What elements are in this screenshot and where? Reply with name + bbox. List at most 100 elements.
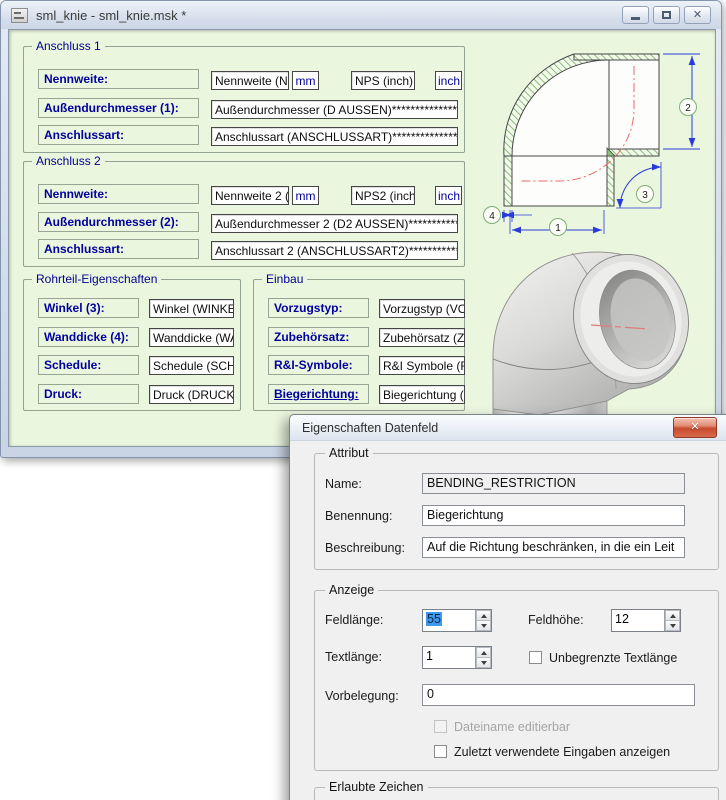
label-schedule: Schedule: xyxy=(38,355,139,375)
name-label: Name: xyxy=(325,477,362,491)
label-ri-symbole: R&I-Symbole: xyxy=(268,355,369,375)
label-anschlussart-2: Anschlussart: xyxy=(38,239,199,259)
field-nps-2[interactable]: NPS2 (inch) (NPS2) xyxy=(351,186,415,205)
dialog-title: Eigenschaften Datenfeld xyxy=(302,421,438,435)
benennung-field[interactable]: Biegerichtung xyxy=(422,505,685,526)
beschreibung-field[interactable]: Auf die Richtung beschränken, in die ein… xyxy=(422,537,685,558)
spin-down-button[interactable] xyxy=(476,658,491,668)
unbegrenzte-checkbox-label[interactable]: Unbegrenzte Textlänge xyxy=(549,651,677,665)
properties-dialog: Eigenschaften Datenfeld ✕ Attribut Name:… xyxy=(289,414,726,800)
feldhoehe-spinner[interactable]: 12 xyxy=(611,609,681,632)
field-vorzugstyp[interactable]: Vorzugstyp (VORZUGSTYP) xyxy=(379,299,465,318)
field-winkel[interactable]: Winkel (WINKEL) xyxy=(149,299,234,318)
balloon-2: 2 xyxy=(685,103,691,114)
minimize-icon xyxy=(631,17,640,20)
spin-up-button[interactable] xyxy=(665,610,680,621)
close-icon: ✕ xyxy=(693,10,702,21)
dateiname-checkbox xyxy=(434,720,447,733)
label-vorzugstyp: Vorzugstyp: xyxy=(268,298,369,318)
label-nennweite-2: Nennweite: xyxy=(38,184,199,204)
feldhoehe-value[interactable]: 12 xyxy=(612,610,664,631)
balloon-1: 1 xyxy=(555,223,561,234)
spin-down-icon xyxy=(481,624,487,628)
field-anschlussart-1[interactable]: Anschlussart (ANSCHLUSSART)*************… xyxy=(211,127,458,146)
field-ri-symbole[interactable]: R&I Symbole (R&I_SYMBOLE) xyxy=(379,356,465,375)
maximize-button[interactable] xyxy=(653,6,680,24)
field-biegerichtung[interactable]: Biegerichtung (BENDING_RESTRICTION) xyxy=(379,385,465,404)
minimize-button[interactable] xyxy=(622,6,649,24)
zuletzt-checkbox-label[interactable]: Zuletzt verwendete Eingaben anzeigen xyxy=(454,745,670,759)
mask-canvas: Anschluss 1 Nennweite: Nennweite (NENNWE… xyxy=(8,29,716,447)
feldhoehe-label: Feldhöhe: xyxy=(528,613,584,627)
main-window: sml_knie - sml_knie.msk * ✕ Anschluss 1 … xyxy=(0,0,722,458)
window-title: sml_knie - sml_knie.msk * xyxy=(36,8,186,23)
dialog-close-button[interactable]: ✕ xyxy=(673,417,717,438)
zuletzt-checkbox[interactable] xyxy=(434,745,447,758)
name-field[interactable]: BENDING_RESTRICTION xyxy=(422,473,685,494)
textlaenge-spinner[interactable]: 1 xyxy=(422,646,492,669)
field-nennweite-1[interactable]: Nennweite (NENNWEITE) xyxy=(211,71,289,90)
benennung-label: Benennung: xyxy=(325,509,392,523)
spin-up-icon xyxy=(481,614,487,618)
field-schedule[interactable]: Schedule (SCHEDULE) xyxy=(149,356,234,375)
spin-up-button[interactable] xyxy=(476,647,491,658)
balloon-4: 4 xyxy=(489,211,495,222)
field-zubehoersatz[interactable]: Zubehörsatz (ZUBEHOERSATZ) xyxy=(379,328,465,347)
spin-down-icon xyxy=(481,661,487,665)
group-title: Erlaubte Zeichen xyxy=(325,780,428,794)
field-anschlussart-2[interactable]: Anschlussart 2 (ANSCHLUSSART2)**********… xyxy=(211,241,458,260)
window-controls: ✕ xyxy=(622,6,711,24)
field-nps-1[interactable]: NPS (inch) (NPS) xyxy=(351,71,415,90)
main-title-bar[interactable]: sml_knie - sml_knie.msk * ✕ xyxy=(1,1,721,29)
label-zubehoersatz: Zubehörsatz: xyxy=(268,327,369,347)
group-title: Rohrteil-Eigenschaften xyxy=(32,272,161,286)
label-nennweite-1: Nennweite: xyxy=(38,69,199,89)
label-anschlussart-1: Anschlussart: xyxy=(38,125,199,145)
dateiname-checkbox-label: Dateiname editierbar xyxy=(454,720,570,734)
field-aussendurchmesser-2[interactable]: Außendurchmesser 2 (D2 AUSSEN)**********… xyxy=(211,214,458,233)
close-button[interactable]: ✕ xyxy=(684,6,711,24)
vorbelegung-label: Vorbelegung: xyxy=(325,689,399,703)
unit-mm-2[interactable]: mm xyxy=(292,186,319,205)
vorbelegung-field[interactable]: 0 xyxy=(422,684,695,706)
close-icon: ✕ xyxy=(690,422,699,433)
spin-down-icon xyxy=(670,624,676,628)
maximize-icon xyxy=(662,11,671,19)
screen: sml_knie - sml_knie.msk * ✕ Anschluss 1 … xyxy=(0,0,726,800)
label-winkel: Winkel (3): xyxy=(38,298,139,318)
label-wanddicke: Wanddicke (4): xyxy=(38,327,139,347)
beschreibung-label: Beschreibung: xyxy=(325,541,405,555)
spin-up-icon xyxy=(670,614,676,618)
unit-inch-1[interactable]: inch xyxy=(435,71,462,90)
field-wanddicke[interactable]: Wanddicke (WANDDICKE) xyxy=(149,328,234,347)
group-title: Anschluss 1 xyxy=(32,39,105,53)
label-aussendurchmesser-1: Außendurchmesser (1): xyxy=(38,98,199,118)
textlaenge-label: Textlänge: xyxy=(325,650,382,664)
feldlaenge-label: Feldlänge: xyxy=(325,613,383,627)
spin-down-button[interactable] xyxy=(476,621,491,631)
group-title: Attribut xyxy=(325,446,373,460)
elbow-section-drawing: 2 3 4 1 xyxy=(474,34,724,241)
label-biegerichtung: Biegerichtung: xyxy=(268,384,369,404)
balloon-3: 3 xyxy=(642,190,648,201)
feldlaenge-spinner[interactable]: 55 xyxy=(422,609,492,632)
spin-down-button[interactable] xyxy=(665,621,680,631)
dialog-title-bar[interactable]: Eigenschaften Datenfeld ✕ xyxy=(290,415,726,441)
field-druck[interactable]: Druck (DRUCK) xyxy=(149,385,234,404)
label-druck: Druck: xyxy=(38,384,139,404)
group-title: Anzeige xyxy=(325,583,378,597)
unbegrenzte-checkbox[interactable] xyxy=(529,651,542,664)
field-aussendurchmesser-1[interactable]: Außendurchmesser (D AUSSEN)*************… xyxy=(211,100,458,119)
group-title: Anschluss 2 xyxy=(32,154,105,168)
group-title: Einbau xyxy=(262,272,307,286)
unit-inch-2[interactable]: inch xyxy=(435,186,462,205)
spin-up-button[interactable] xyxy=(476,610,491,621)
unit-mm-1[interactable]: mm xyxy=(292,71,319,90)
feldlaenge-value[interactable]: 55 xyxy=(426,612,442,626)
label-aussendurchmesser-2: Außendurchmesser (2): xyxy=(38,212,199,232)
field-nennweite-2[interactable]: Nennweite 2 (NENNWEITE2) xyxy=(211,186,289,205)
group-erlaubte-zeichen: Erlaubte Zeichen xyxy=(314,787,719,800)
textlaenge-value[interactable]: 1 xyxy=(423,647,475,668)
app-icon xyxy=(11,8,28,23)
spin-up-icon xyxy=(481,651,487,655)
